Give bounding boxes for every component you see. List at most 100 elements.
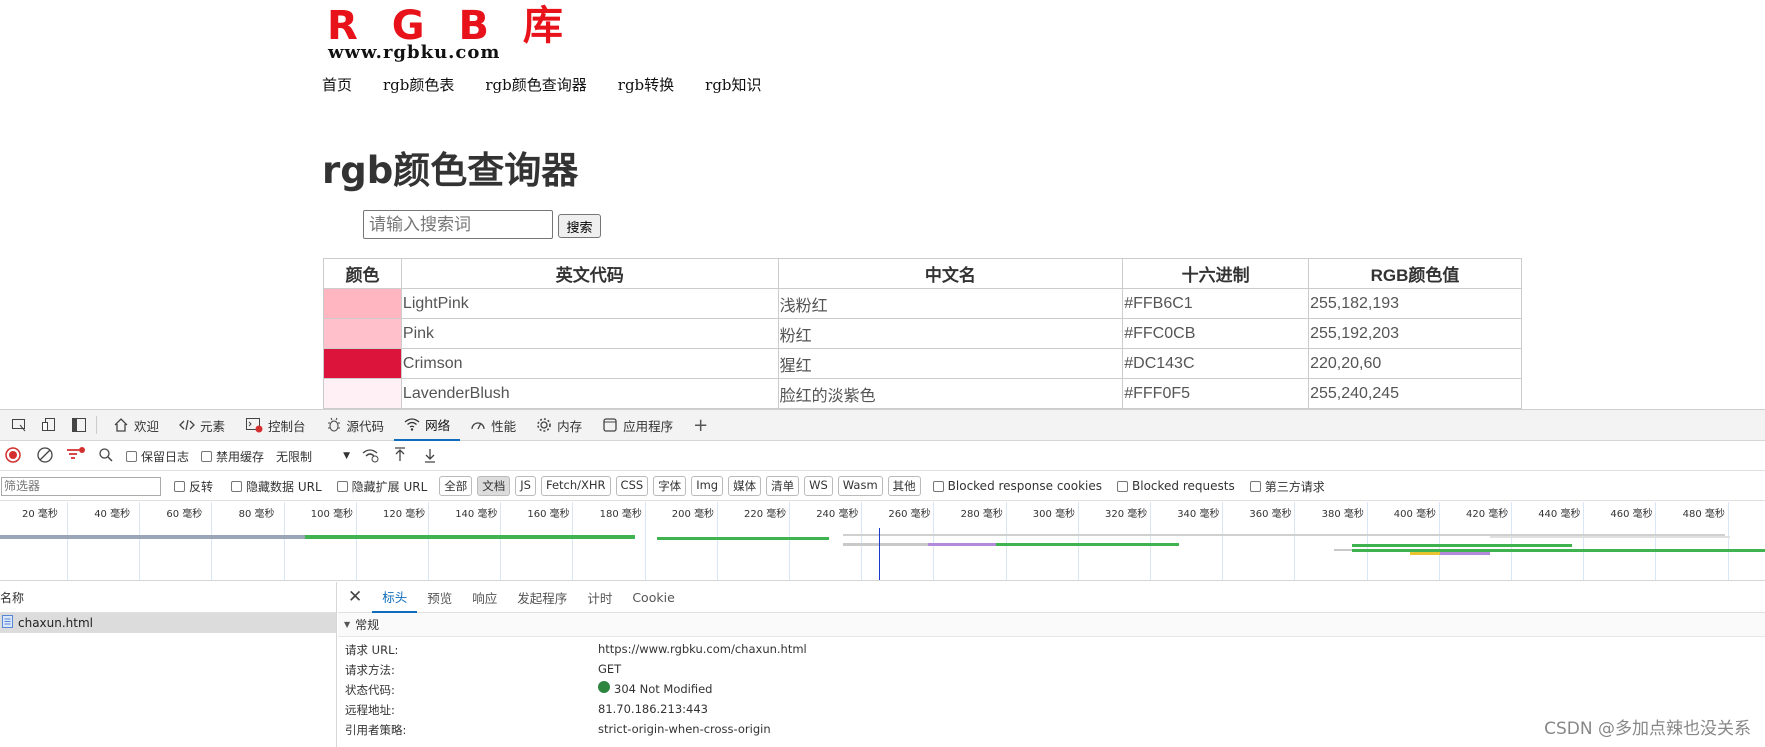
tab-console[interactable]: 控制台 [235, 410, 316, 441]
filter-input[interactable] [1, 476, 161, 496]
tab-welcome[interactable]: 欢迎 [103, 410, 169, 441]
checkbox[interactable] [126, 450, 137, 462]
list-item[interactable]: chaxun.html [0, 613, 336, 633]
filter-icon[interactable] [66, 446, 86, 467]
timeline-tick: 280 毫秒 [961, 502, 1007, 580]
network-overview-timeline[interactable]: 20 毫秒 40 毫秒 60 毫秒 80 毫秒 100 毫秒 120 毫秒 140 毫秒 16… [0, 502, 1765, 581]
tab-elements[interactable]: 元素 [169, 410, 235, 441]
field-value[interactable]: strict-origin-when-cross-origin [598, 722, 771, 736]
third-party-checkbox[interactable]: 第三方请求 [1249, 478, 1325, 495]
disable-cache-checkbox[interactable]: 禁用缓存 [201, 448, 264, 465]
cell-english: Crimson [400, 348, 779, 379]
timeline-tick: 200 毫秒 [672, 502, 718, 580]
timeline-tick: 120 毫秒 [383, 502, 429, 580]
checkbox[interactable] [932, 480, 944, 492]
preserve-log-checkbox[interactable]: 保留日志 [126, 448, 189, 465]
type-filter-manifest[interactable]: 清单 [766, 476, 800, 496]
close-icon[interactable]: ✕ [338, 582, 372, 613]
tab-application[interactable]: 应用程序 [592, 410, 683, 441]
tab-initiator[interactable]: 发起程序 [507, 582, 577, 613]
field-value[interactable]: GET [598, 662, 621, 676]
nav-item-home[interactable]: 首页 [322, 74, 352, 95]
search-icon[interactable] [98, 447, 114, 466]
network-toolbar: 保留日志 禁用缓存 无限制 ▼ [0, 442, 1765, 471]
network-conditions-icon[interactable] [362, 447, 380, 466]
inspect-icon[interactable] [8, 414, 30, 436]
resource-type-filters: 全部 文档 JS Fetch/XHR CSS 字体 Img 媒体 清单 WS W… [439, 476, 925, 496]
checkbox[interactable] [201, 450, 213, 462]
tab-response[interactable]: 响应 [462, 582, 507, 613]
gear-icon [537, 418, 551, 432]
type-filter-js[interactable]: JS [515, 476, 536, 496]
hide-data-url-checkbox[interactable]: 隐藏数据 URL [231, 478, 322, 495]
chevron-down-icon: ▼ [343, 451, 351, 461]
hide-ext-url-checkbox[interactable]: 隐藏扩展 URL [336, 478, 427, 495]
dock-icon[interactable] [68, 414, 90, 436]
checkbox[interactable] [174, 480, 185, 492]
checkbox[interactable] [336, 480, 348, 492]
field-value[interactable]: 81.70.186.213:443 [598, 702, 708, 716]
tab-performance[interactable]: 性能 [460, 410, 526, 441]
tab-memory[interactable]: 内存 [526, 410, 592, 441]
cell-rgb: 255,240,245 [1308, 378, 1522, 409]
add-tab-icon[interactable]: + [683, 410, 718, 441]
type-filter-css[interactable]: CSS [615, 476, 649, 496]
search-button[interactable]: 搜索 [558, 214, 601, 238]
throttle-value: 无限制 [276, 449, 313, 464]
type-filter-ws[interactable]: WS [804, 476, 833, 496]
field-value[interactable]: https://www.rgbku.com/chaxun.html [598, 642, 807, 656]
type-filter-media[interactable]: 媒体 [728, 476, 762, 496]
type-filter-font[interactable]: 字体 [653, 476, 687, 496]
type-filter-xhr[interactable]: Fetch/XHR [540, 476, 611, 496]
blocked-cookies-checkbox[interactable]: Blocked response cookies [932, 479, 1102, 493]
col-header-english: 英文代码 [400, 258, 779, 289]
device-toolbar-icon[interactable] [38, 414, 60, 436]
throttle-select[interactable]: 无限制 ▼ [276, 448, 350, 465]
checkbox-label: 反转 [189, 479, 214, 494]
import-icon[interactable] [392, 446, 408, 466]
tab-timing[interactable]: 计时 [577, 582, 622, 613]
section-general[interactable]: ▼ 常规 [338, 613, 1765, 637]
request-list-header[interactable]: 名称 [0, 582, 336, 613]
record-icon[interactable] [4, 446, 22, 467]
table-row: Crimson 猩红 #DC143C 220,20,60 [323, 348, 1522, 379]
timeline-tick: 400 毫秒 [1394, 502, 1440, 580]
export-icon[interactable] [422, 447, 438, 466]
search-input[interactable] [363, 210, 553, 239]
nav-item-color-table[interactable]: rgb颜色表 [383, 74, 454, 95]
timeline-bar [657, 537, 829, 540]
checkbox[interactable] [1249, 480, 1261, 492]
type-filter-doc[interactable]: 文档 [477, 476, 511, 496]
type-filter-all[interactable]: 全部 [439, 476, 473, 496]
field-value[interactable]: 304 Not Modified [614, 682, 712, 696]
type-filter-other[interactable]: 其他 [887, 476, 921, 496]
color-table: 颜色 英文代码 中文名 十六进制 RGB颜色值 LightPink 浅粉红 #F… [323, 258, 1522, 409]
nav-item-color-query[interactable]: rgb颜色查询器 [485, 74, 586, 95]
checkbox-label: 禁用缓存 [216, 449, 265, 464]
timeline-tick: 460 毫秒 [1610, 502, 1657, 580]
cell-english: LightPink [400, 288, 779, 319]
invert-checkbox[interactable]: 反转 [174, 478, 213, 495]
checkbox-label: 隐藏数据 URL [246, 479, 322, 494]
timeline-tick-label: 120 毫秒 [383, 509, 426, 520]
request-name: chaxun.html [18, 616, 94, 630]
type-filter-img[interactable]: Img [691, 476, 724, 496]
timeline-tick-label: 380 毫秒 [1321, 509, 1364, 520]
nav-item-knowledge[interactable]: rgb知识 [705, 74, 761, 95]
col-header-color: 颜色 [323, 258, 402, 289]
checkbox[interactable] [231, 480, 243, 492]
type-filter-wasm[interactable]: Wasm [837, 476, 883, 496]
tab-network[interactable]: 网络 [394, 410, 461, 441]
cell-chinese: 猩红 [777, 348, 1124, 379]
blocked-requests-checkbox[interactable]: Blocked requests [1117, 479, 1235, 493]
checkbox[interactable] [1117, 480, 1129, 492]
nav-item-convert[interactable]: rgb转换 [618, 74, 674, 95]
timeline-tick: 80 毫秒 [239, 502, 285, 580]
status-dot-icon [598, 681, 610, 693]
tab-cookie[interactable]: Cookie [622, 582, 684, 613]
tab-sources[interactable]: 源代码 [316, 410, 395, 441]
timeline-tick: 420 毫秒 [1466, 502, 1512, 580]
tab-headers[interactable]: 标头 [372, 582, 418, 613]
tab-preview[interactable]: 预览 [417, 582, 462, 613]
clear-icon[interactable] [36, 446, 54, 467]
